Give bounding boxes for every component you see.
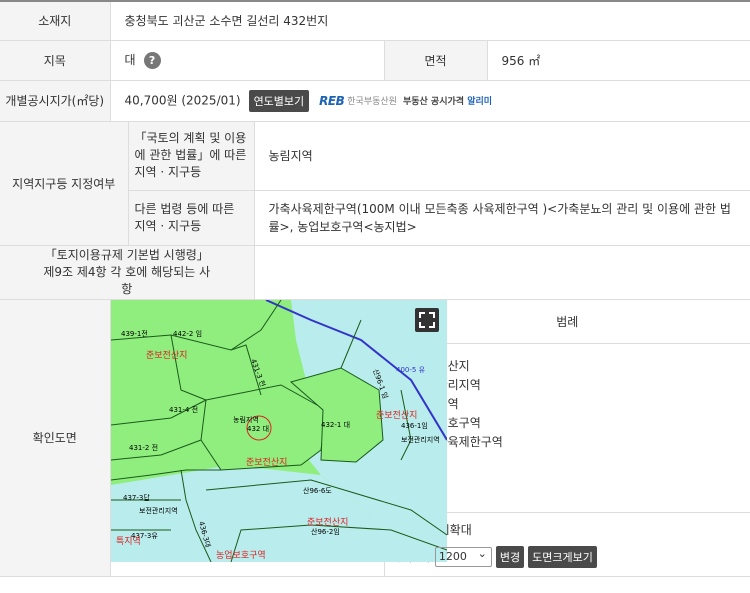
zone-map-label: 농업보호구역 xyxy=(216,550,266,561)
zone-sub2-label: 다른 법령 등에 따른 지역 · 지구등 xyxy=(128,190,255,246)
regulation-label: 「토지이용규제 기본법 시행령」 제9조 제4항 각 호에 해당되는 사항 xyxy=(0,245,255,300)
scale-select[interactable]: 1200 xyxy=(434,545,492,567)
reb-link[interactable]: REB 한국부동산원 부동산 공시가격 알리미 xyxy=(319,94,492,108)
zone-map-label: 준보전산지 xyxy=(376,410,417,421)
parcel-label: 432-1 대 xyxy=(321,421,350,429)
reb-slogan-b: 알리미 xyxy=(467,97,493,107)
legend-item: 저수지 xyxy=(400,451,750,470)
zone-sub1-label: 「국토의 계획 및 이용에 관한 법률」에 따른 지역 · 지구등 xyxy=(128,121,255,191)
area-value: 956 ㎡ xyxy=(487,40,750,81)
parcel-label: 431-4 전 xyxy=(169,405,198,414)
reb-slogan: 부동산 공시가격 알리미 xyxy=(403,94,492,107)
change-button[interactable]: 변경 xyxy=(495,545,525,568)
parcel-label: 432 대 xyxy=(247,425,269,433)
expand-icon[interactable] xyxy=(414,307,439,332)
zone-map-label: 준보전산지 xyxy=(146,350,187,361)
parcel-label: 431-2 전 xyxy=(129,443,158,452)
price-label: 개별공시지가(㎡당) xyxy=(0,80,111,122)
parcel-label: 437-3답 xyxy=(123,493,150,502)
zone-label: 지역지구등 지정여부 xyxy=(0,121,129,246)
zone-sub1-value: 농림지역 xyxy=(254,121,750,191)
jimok-label: 지목 xyxy=(0,40,111,81)
parcel-label: 400-5 유 xyxy=(396,366,426,374)
jimok-cell: 대? xyxy=(110,40,385,81)
zone-map-label: 보전관리지역 xyxy=(139,506,178,515)
location-value: 충청북도 괴산군 소수면 길선리 432번지 xyxy=(110,0,750,41)
land-info-table: 소재지 충청북도 괴산군 소수면 길선리 432번지 지목 대? 면적 956 … xyxy=(0,0,750,577)
zone-map-label: 준보전산지 xyxy=(246,457,287,468)
legend-item: 가축사육제한구역 xyxy=(400,432,750,451)
zone-map-label: 특지역 xyxy=(116,536,141,547)
scale-row: 축척 1 / 1200 변경 도면크게보기 xyxy=(391,545,745,568)
reb-logo: REB xyxy=(319,93,345,108)
land-use-plan-page: 소재지 충청북도 괴산군 소수면 길선리 432번지 지목 대? 면적 956 … xyxy=(0,0,750,593)
map-row: 확인도면 439-1전 442-2 임 431-3 전 431-4 전 432-… xyxy=(0,299,750,577)
map-label: 확인도면 xyxy=(0,299,111,577)
jimok-row: 지목 대? 면적 956 ㎡ xyxy=(0,40,750,81)
regulation-row: 「토지이용규제 기본법 시행령」 제9조 제4항 각 호에 해당되는 사항 xyxy=(0,245,750,300)
price-cell: 40,700원 (2025/01) 연도별보기 REB 한국부동산원 부동산 공시가격 … xyxy=(110,80,750,122)
zone-sub2-value: 가축사육제한구역(100M 이내 모든축종 사육제한구역 )<가축분뇨의 관리 … xyxy=(254,190,750,246)
parcel-label: 439-1전 xyxy=(121,329,148,338)
zone-map-label: 보전관리지역 xyxy=(401,435,440,444)
view-large-map-button[interactable]: 도면크게보기 xyxy=(528,545,597,568)
location-row: 소재지 충청북도 괴산군 소수면 길선리 432번지 xyxy=(0,0,750,41)
parcel-label: 436-1임 xyxy=(401,422,428,430)
regulation-value xyxy=(254,245,750,300)
price-row: 개별공시지가(㎡당) 40,700원 (2025/01) 연도별보기 REB 한국부동… xyxy=(0,80,750,122)
jimok-value: 대 xyxy=(124,53,136,67)
legend-item: 농업보호구역 xyxy=(400,413,750,432)
zone-map-label: 준보전산지 xyxy=(307,517,348,528)
zone-map-label: 농림지역 xyxy=(233,415,259,424)
area-label: 면적 xyxy=(384,40,488,81)
map-cell: 439-1전 442-2 임 431-3 전 431-4 전 432-1 대 4… xyxy=(110,299,447,577)
cadastral-map[interactable]: 439-1전 442-2 임 431-3 전 431-4 전 432-1 대 4… xyxy=(110,299,447,562)
price-value: 40,700원 (2025/01) xyxy=(124,93,241,107)
location-label: 소재지 xyxy=(0,0,111,41)
parcel-label: 산96-6도 xyxy=(303,486,332,495)
reb-slogan-a: 부동산 공시가격 xyxy=(402,97,465,107)
expand-icon-svg xyxy=(418,311,435,328)
map-svg: 439-1전 442-2 임 431-3 전 431-4 전 432-1 대 4… xyxy=(110,299,447,562)
zone-row-1: 지역지구등 지정여부 「국토의 계획 및 이용에 관한 법률」에 따른 지역 ·… xyxy=(0,121,750,246)
reb-name: 한국부동산원 xyxy=(347,97,397,107)
legend-item: 보전관리지역 xyxy=(400,375,750,394)
legend-item: 준보전산지 xyxy=(400,356,750,375)
yearly-view-button[interactable]: 연도별보기 xyxy=(248,89,310,112)
help-icon[interactable]: ? xyxy=(143,52,161,69)
parcel-label: 442-2 임 xyxy=(173,330,202,338)
legend-item: 농림지역 xyxy=(400,394,750,413)
parcel-label: 산96-2임 xyxy=(311,527,340,536)
legend-item: 법정동 xyxy=(400,470,750,489)
